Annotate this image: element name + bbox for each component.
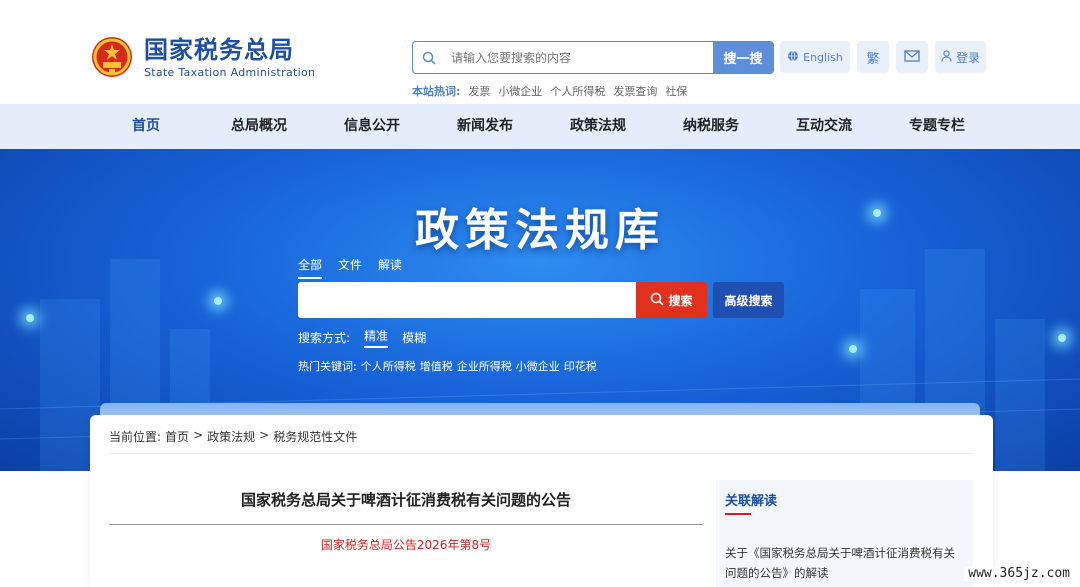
search-mode: 搜索方式: 精准 模糊 — [298, 327, 426, 348]
traditional-chinese-button[interactable]: 繁 — [857, 41, 889, 73]
nav-item-policy[interactable]: 政策法规 — [548, 104, 648, 149]
breadcrumb: 当前位置: 首页 > 政策法规 > 税务规范性文件 — [109, 428, 357, 445]
nav-item-overview[interactable]: 总局概况 — [209, 104, 309, 149]
globe-icon — [787, 50, 799, 65]
advanced-search-button[interactable]: 高级搜索 — [713, 282, 784, 318]
hot-keyword-link[interactable]: 企业所得税 — [457, 358, 512, 374]
search-scope-tabs: 全部 文件 解读 — [298, 256, 402, 279]
nav-item-news[interactable]: 新闻发布 — [435, 104, 535, 149]
breadcrumb-policy[interactable]: 政策法规 — [207, 428, 255, 445]
hot-word-link[interactable]: 发票查询 — [613, 83, 657, 99]
search-icon — [413, 42, 445, 73]
english-label: English — [803, 50, 843, 64]
policy-search-label: 搜索 — [668, 293, 693, 308]
mail-button[interactable] — [896, 41, 928, 73]
banner-title: 政策法规库 — [415, 205, 665, 256]
nav-item-home[interactable]: 首页 — [96, 104, 196, 149]
watermark: www.365jz.com — [964, 566, 1074, 581]
policy-search-button[interactable]: 搜索 — [636, 282, 707, 318]
document-number: 国家税务总局公告2026年第8号 — [320, 538, 492, 552]
site-name-cn: 国家税务总局 — [144, 35, 294, 64]
site-name-en: State Taxation Administration — [144, 65, 316, 79]
search-mode-label: 搜索方式: — [298, 331, 351, 345]
user-icon — [941, 49, 952, 65]
breadcrumb-label: 当前位置: — [109, 430, 162, 444]
site-logo[interactable]: 国家税务总局 State Taxation Administration — [90, 35, 315, 79]
breadcrumb-separator: > — [193, 428, 204, 442]
nav-item-special[interactable]: 专题专栏 — [887, 104, 987, 149]
tab-documents[interactable]: 文件 — [338, 256, 362, 279]
hot-keyword-link[interactable]: 小微企业 — [516, 358, 560, 374]
site-search-input[interactable] — [445, 42, 713, 73]
site-header: 国家税务总局 State Taxation Administration 搜一搜… — [0, 0, 1080, 104]
tab-interpretation[interactable]: 解读 — [378, 256, 402, 279]
breadcrumb-home[interactable]: 首页 — [165, 428, 189, 445]
mode-exact[interactable]: 精准 — [364, 327, 389, 348]
nav-item-tax-service[interactable]: 纳税服务 — [661, 104, 761, 149]
hot-word-link[interactable]: 个人所得税 — [550, 83, 605, 99]
light-dot — [214, 297, 222, 305]
site-search-box: 搜一搜 — [412, 41, 774, 74]
tab-all[interactable]: 全部 — [298, 256, 323, 279]
mode-fuzzy[interactable]: 模糊 — [402, 329, 426, 346]
nav-item-interaction[interactable]: 互动交流 — [774, 104, 874, 149]
document-title: 国家税务总局关于啤酒计征消费税有关问题的公告 — [240, 491, 571, 509]
login-label: 登录 — [955, 50, 980, 65]
title-divider — [109, 524, 703, 525]
light-dot — [1058, 334, 1066, 342]
hot-word-link[interactable]: 社保 — [665, 83, 687, 99]
breadcrumb-separator: > — [259, 428, 270, 442]
mail-icon — [904, 49, 920, 65]
hot-word-link[interactable]: 发票 — [468, 83, 490, 99]
login-button[interactable]: 登录 — [935, 41, 986, 73]
hot-keyword-link[interactable]: 个人所得税 — [361, 358, 416, 374]
related-interpretation-title: 关联解读 — [725, 494, 778, 509]
light-dot — [849, 345, 857, 353]
policy-search-input[interactable] — [298, 282, 636, 318]
main-nav: 首页 总局概况 信息公开 新闻发布 政策法规 纳税服务 互动交流 专题专栏 — [0, 104, 1080, 149]
content-card: 当前位置: 首页 > 政策法规 > 税务规范性文件 国家税务总局关于啤酒计征消费… — [90, 415, 993, 587]
breadcrumb-divider — [109, 453, 973, 454]
light-dot — [26, 314, 34, 322]
hot-word-link[interactable]: 小微企业 — [498, 83, 542, 99]
breadcrumb-current[interactable]: 税务规范性文件 — [273, 428, 357, 445]
hot-keyword-link[interactable]: 印花税 — [564, 358, 597, 374]
site-search-button[interactable]: 搜一搜 — [713, 42, 773, 73]
hot-words: 本站热词: 发票 小微企业 个人所得税 发票查询 社保 — [412, 83, 687, 99]
hot-keyword-link[interactable]: 增值税 — [420, 358, 453, 374]
hot-keywords-label: 热门关键词: — [298, 360, 357, 373]
hot-words-label: 本站热词: — [412, 85, 461, 98]
national-emblem-icon — [90, 35, 134, 79]
search-icon — [650, 292, 665, 309]
english-button[interactable]: English — [780, 41, 850, 73]
hot-keywords: 热门关键词: 个人所得税 增值税 企业所得税 小微企业 印花税 — [298, 358, 597, 374]
related-interpretation-link[interactable]: 关于《国家税务总局关于啤酒计征消费税有关问题的公告》的解读 — [725, 543, 963, 583]
related-interpretation-panel: 关联解读 关于《国家税务总局关于啤酒计征消费税有关问题的公告》的解读 — [716, 480, 973, 587]
nav-item-disclosure[interactable]: 信息公开 — [322, 104, 422, 149]
title-accent — [725, 513, 751, 515]
